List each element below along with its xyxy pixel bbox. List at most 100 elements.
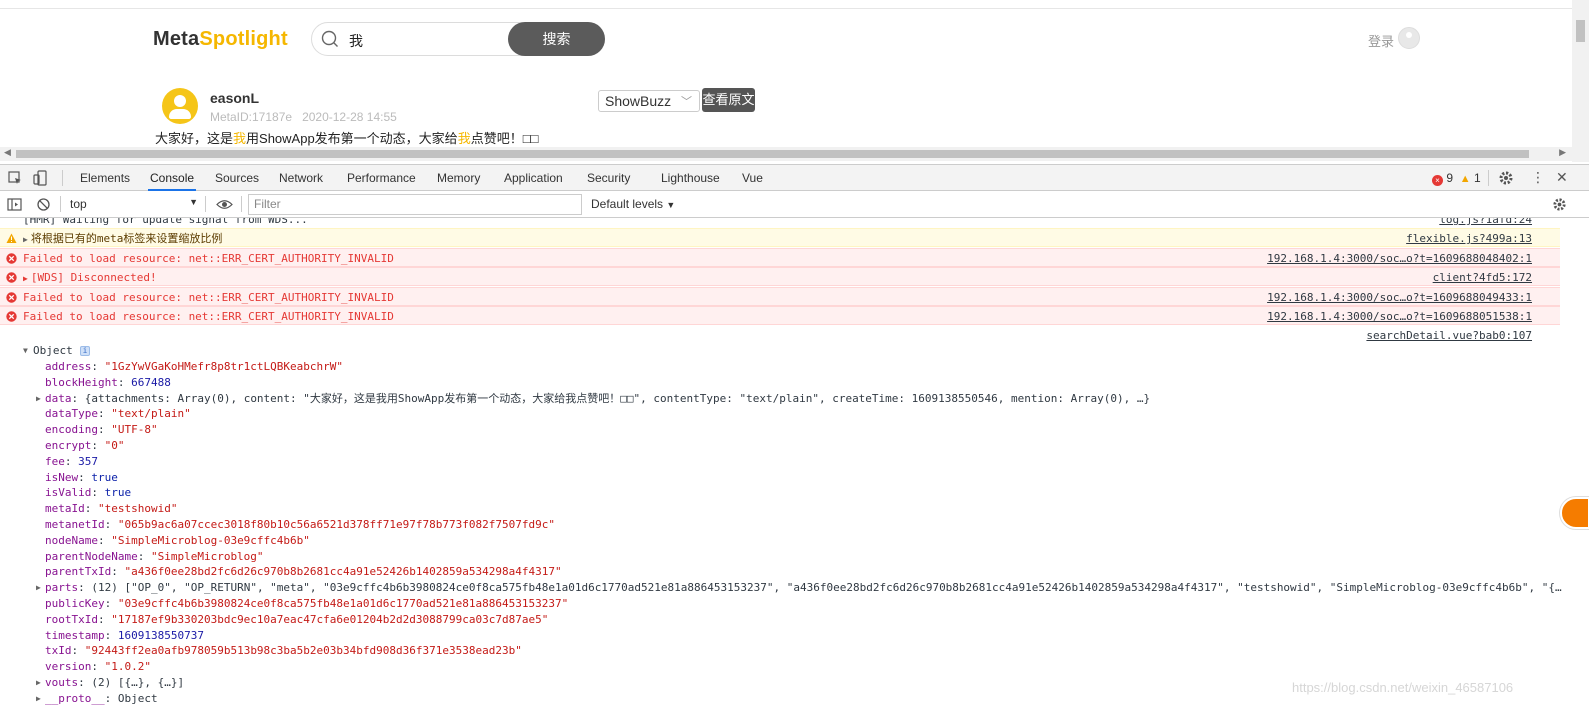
search-button[interactable]: 搜索 xyxy=(508,22,605,56)
object-property-parentTxId: parentTxId: "a436f0ee28bd2fc6d26c970b8b2… xyxy=(45,565,562,579)
tab-sources[interactable]: Sources xyxy=(213,165,261,190)
object-property-txId: txId: "92443ff2ea0afb978059b513b98c3ba5b… xyxy=(45,644,522,658)
close-devtools-icon[interactable]: ✕ xyxy=(1556,169,1568,186)
object-property-timestamp: timestamp: 1609138550737 xyxy=(45,628,204,642)
console-message-error[interactable]: ▶ [WDS] Disconnected! client?4fd5:172 xyxy=(0,267,1560,286)
inspect-element-icon[interactable] xyxy=(7,170,23,186)
console-source-link[interactable]: 192.168.1.4:3000/soc…o?t=1609688049433:1 xyxy=(1267,288,1532,307)
warning-count: 1 xyxy=(1473,171,1481,185)
post-time: 2020-12-28 14:55 xyxy=(302,110,397,124)
warning-icon xyxy=(6,233,17,243)
error-icon xyxy=(6,311,17,322)
scroll-right-icon[interactable]: ▶ xyxy=(1559,147,1566,158)
devtools-tabbar: Elements Console Sources Network Performance… xyxy=(0,165,1589,191)
console-message-text: Failed to load resource: net::ERR_CERT_A… xyxy=(23,310,394,323)
object-property-data[interactable]: ▶ data: {attachments: Array(0), content: … xyxy=(0,391,1560,407)
context-value: top xyxy=(70,197,87,211)
tab-console[interactable]: Console xyxy=(148,165,197,191)
app-select-value: ShowBuzz xyxy=(605,93,672,109)
tab-vue[interactable]: Vue xyxy=(740,165,765,190)
post-author-avatar[interactable] xyxy=(162,88,198,124)
console-source-link[interactable]: searchDetail.vue?bab0:107 xyxy=(1366,328,1532,344)
page-vertical-scrollbar[interactable] xyxy=(1572,0,1589,162)
live-expression-eye-icon[interactable] xyxy=(216,197,233,212)
tab-memory[interactable]: Memory xyxy=(435,165,482,190)
page-horizontal-scrollbar[interactable]: ◀ ▶ xyxy=(0,147,1572,161)
console-source-link[interactable]: client?4fd5:172 xyxy=(1433,268,1532,287)
console-message-text: ▶ 将根据已有的meta标签来设置缩放比例 xyxy=(23,232,223,245)
clear-console-icon[interactable] xyxy=(36,197,51,212)
error-icon xyxy=(6,292,17,303)
floating-assistant-button[interactable] xyxy=(1560,497,1589,529)
console-settings-gear-icon[interactable] xyxy=(1552,197,1567,212)
object-property-isNew: isNew: true xyxy=(45,470,118,484)
user-avatar-icon[interactable] xyxy=(1398,27,1420,49)
object-property-isValid: isValid: true xyxy=(45,486,132,500)
log-levels-dropdown[interactable]: Default levels ▼ xyxy=(591,197,675,211)
object-header[interactable]: ▼ Object i xyxy=(0,343,1560,359)
expand-triangle-icon[interactable]: ▶ xyxy=(23,235,28,244)
tab-elements[interactable]: Elements xyxy=(78,165,132,190)
view-original-button[interactable]: 查看原文 xyxy=(702,88,755,112)
console-message-text: Failed to load resource: net::ERR_CERT_A… xyxy=(23,252,394,265)
console-source-link[interactable]: 192.168.1.4:3000/soc…o?t=1609688051538:1 xyxy=(1267,307,1532,326)
object-property-encoding: encoding: "UTF-8" xyxy=(45,423,158,437)
info-icon[interactable]: i xyxy=(80,346,90,356)
console-toolbar: top ▼ Filter Default levels ▼ xyxy=(0,191,1589,218)
object-property-parts[interactable]: ▶ parts: (12) ["OP_0", "OP_RETURN", "meta… xyxy=(0,580,1562,596)
search-icon xyxy=(321,30,338,47)
object-property-parentNodeName: parentNodeName: "SimpleMicroblog" xyxy=(45,549,264,563)
post-author-name[interactable]: easonL xyxy=(210,90,259,106)
post-meta: MetaID:17187e 2020-12-28 14:55 xyxy=(210,110,397,124)
issue-counts[interactable]: × 9 ▲ 1 xyxy=(1432,171,1481,186)
post-meta-id: MetaID:17187e xyxy=(210,110,293,124)
object-property-metanetId: metanetId: "065b9ac6a07ccec3018f80b10c56… xyxy=(45,518,555,531)
console-message-error[interactable]: Failed to load resource: net::ERR_CERT_A… xyxy=(0,287,1560,306)
object-property-rootTxId: rootTxId: "17187ef9b330203bdc9ec10a7eac4… xyxy=(45,612,549,626)
object-property-metaId: metaId: "testshowid" xyxy=(45,502,178,516)
settings-gear-icon[interactable] xyxy=(1498,170,1514,186)
console-source-link[interactable]: flexible.js?499a:13 xyxy=(1406,229,1532,248)
object-property-publicKey: publicKey: "03e9cffc4b6b3980824ce0f8ca57… xyxy=(45,597,569,610)
object-property-dataType: dataType: "text/plain" xyxy=(45,407,191,421)
more-options-icon[interactable]: ⋮ xyxy=(1531,169,1545,186)
console-output[interactable]: [HMR] Waiting for update signal from WDS… xyxy=(0,218,1589,716)
console-filter-input[interactable]: Filter xyxy=(248,194,582,215)
warning-icon: ▲ xyxy=(1459,173,1471,185)
expand-triangle-icon[interactable]: ▶ xyxy=(36,391,41,407)
object-property-fee: fee: 357 xyxy=(45,454,98,468)
logo-part1: Meta xyxy=(153,28,200,50)
tab-lighthouse[interactable]: Lighthouse xyxy=(659,165,722,190)
expand-triangle-icon[interactable]: ▶ xyxy=(36,580,41,596)
context-select[interactable]: top ▼ xyxy=(70,197,198,213)
object-label: Object xyxy=(33,344,73,357)
object-property-version: version: "1.0.2" xyxy=(45,660,151,674)
console-message-error[interactable]: Failed to load resource: net::ERR_CERT_A… xyxy=(0,306,1560,325)
top-divider xyxy=(0,8,1572,9)
site-logo[interactable]: MetaSpotlight xyxy=(153,28,288,51)
login-link[interactable]: 登录 xyxy=(1368,31,1394,50)
tab-performance[interactable]: Performance xyxy=(345,165,418,190)
expand-triangle-icon[interactable]: ▶ xyxy=(23,274,28,283)
tab-application[interactable]: Application xyxy=(502,165,565,190)
error-icon xyxy=(6,253,17,264)
console-message-error[interactable]: Failed to load resource: net::ERR_CERT_A… xyxy=(0,248,1560,267)
devtools-panel: Elements Console Sources Network Performance… xyxy=(0,164,1589,716)
logo-part2: Spotlight xyxy=(199,28,288,50)
error-icon: × xyxy=(1432,175,1443,186)
error-count: 9 xyxy=(1446,171,1454,185)
console-message-warn[interactable]: ▶ 将根据已有的meta标签来设置缩放比例 flexible.js?499a:13 xyxy=(0,228,1560,247)
device-toolbar-icon[interactable] xyxy=(33,170,49,186)
expand-triangle-icon[interactable]: ▶ xyxy=(36,691,41,707)
console-source-link[interactable]: 192.168.1.4:3000/soc…o?t=1609688048402:1 xyxy=(1267,249,1532,268)
post-text: 大家好，这是我用ShowApp发布第一个动态，大家给我点赞吧！□□ xyxy=(155,131,539,146)
tab-security[interactable]: Security xyxy=(585,165,632,190)
error-icon xyxy=(6,272,17,283)
collapse-triangle-icon[interactable]: ▼ xyxy=(23,343,28,359)
show-sidebar-icon[interactable] xyxy=(7,197,22,212)
tab-network[interactable]: Network xyxy=(277,165,325,190)
expand-triangle-icon[interactable]: ▶ xyxy=(36,675,41,691)
app-select-dropdown[interactable]: ShowBuzz ﹀ xyxy=(598,90,700,112)
console-message-text: ▶ [WDS] Disconnected! xyxy=(23,271,157,284)
scroll-left-icon[interactable]: ◀ xyxy=(4,147,11,158)
